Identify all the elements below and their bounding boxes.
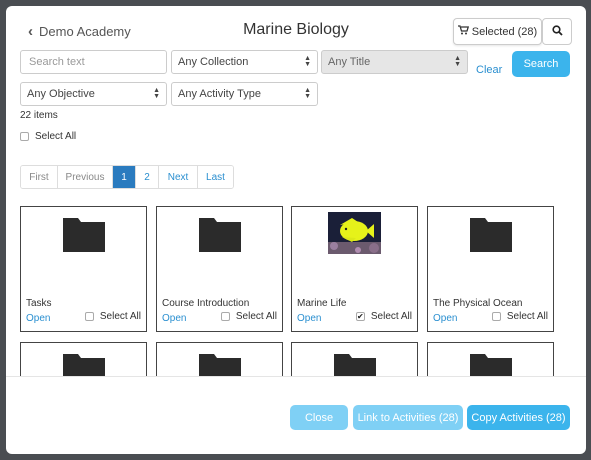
select-arrows-icon: ▲ ▼ xyxy=(153,87,160,100)
search-input[interactable]: Search text xyxy=(20,50,167,74)
folder-icon xyxy=(428,353,553,376)
select-arrows-icon: ▲ ▼ xyxy=(304,87,311,100)
page-title: Marine Biology xyxy=(243,21,349,38)
card-select-all[interactable]: Select All xyxy=(84,311,141,322)
cart-icon xyxy=(457,25,469,38)
pagination: First Previous 1 2 Next Last xyxy=(20,165,234,189)
search-toggle-button[interactable] xyxy=(542,18,572,45)
activity-type-select-value: Any Activity Type xyxy=(178,88,261,100)
card-course-introduction[interactable]: Course Introduction Open Select All xyxy=(156,206,283,332)
back-link[interactable]: ‹ Demo Academy xyxy=(28,23,131,40)
pager-page-2[interactable]: 2 xyxy=(136,166,159,188)
card-partial[interactable] xyxy=(20,342,147,376)
card-select-label: Select All xyxy=(235,311,277,322)
card-checkbox[interactable] xyxy=(491,312,501,321)
activity-grid: Tasks Open Select All Course Introductio… xyxy=(6,202,586,376)
select-all-checkbox[interactable] xyxy=(20,132,29,141)
select-all-label: Select All xyxy=(35,131,77,142)
collection-select-value: Any Collection xyxy=(178,56,249,68)
search-button[interactable]: Search xyxy=(512,51,570,77)
card-select-label: Select All xyxy=(506,311,548,322)
select-all-control[interactable]: Select All xyxy=(20,131,76,142)
card-select-label: Select All xyxy=(370,311,412,322)
pager-last[interactable]: Last xyxy=(198,166,233,188)
folder-icon xyxy=(157,353,282,376)
card-partial[interactable] xyxy=(427,342,554,376)
selected-label: Selected (28) xyxy=(471,25,538,38)
card-checkbox[interactable] xyxy=(220,312,230,321)
items-count: 22 items xyxy=(20,110,58,121)
folder-icon xyxy=(428,217,553,261)
pager-first[interactable]: First xyxy=(21,166,58,188)
objective-select-value: Any Objective xyxy=(27,88,95,100)
card-title: The Physical Ocean xyxy=(433,298,523,309)
card-checkbox[interactable] xyxy=(84,312,94,321)
card-marine-life[interactable]: Marine Life Open ✔ Select All xyxy=(291,206,418,332)
chevron-left-icon: ‹ xyxy=(28,23,33,40)
card-title: Course Introduction xyxy=(162,298,250,309)
collection-select[interactable]: Any Collection ▲ ▼ xyxy=(171,50,318,74)
activity-type-select[interactable]: Any Activity Type ▲ ▼ xyxy=(171,82,318,106)
card-select-all[interactable]: Select All xyxy=(491,311,548,322)
card-open-link[interactable]: Open xyxy=(26,313,50,324)
card-title: Tasks xyxy=(26,298,52,309)
back-label: Demo Academy xyxy=(39,24,131,39)
pager-page-1[interactable]: 1 xyxy=(113,166,136,188)
modal-dialog: ‹ Demo Academy Marine Biology Selected (… xyxy=(6,6,586,454)
selected-button[interactable]: Selected (28) xyxy=(453,18,542,45)
card-select-all[interactable]: ✔ Select All xyxy=(355,311,412,322)
card-checkbox-checked[interactable]: ✔ xyxy=(355,312,365,321)
title-select[interactable]: Any Title ▲ ▼ xyxy=(321,50,468,74)
link-to-activities-button[interactable]: Link to Activities (28) xyxy=(353,405,463,430)
pager-next[interactable]: Next xyxy=(159,166,198,188)
card-open-link[interactable]: Open xyxy=(297,313,321,324)
clear-link[interactable]: Clear xyxy=(476,64,502,76)
title-select-value: Any Title xyxy=(328,56,371,68)
card-the-physical-ocean[interactable]: The Physical Ocean Open Select All xyxy=(427,206,554,332)
select-arrows-icon: ▲ ▼ xyxy=(454,55,461,68)
card-partial[interactable] xyxy=(156,342,283,376)
copy-activities-button[interactable]: Copy Activities (28) xyxy=(467,405,570,430)
card-title: Marine Life xyxy=(297,298,347,309)
modal-header: ‹ Demo Academy Marine Biology Selected (… xyxy=(6,6,586,52)
close-button[interactable]: Close xyxy=(290,405,348,430)
folder-icon xyxy=(21,217,146,261)
footer-divider xyxy=(6,376,586,377)
select-arrows-icon: ▲ ▼ xyxy=(304,55,311,68)
card-select-all[interactable]: Select All xyxy=(220,311,277,322)
fish-image xyxy=(292,212,417,256)
folder-icon xyxy=(292,353,417,376)
card-tasks[interactable]: Tasks Open Select All xyxy=(20,206,147,332)
search-icon xyxy=(551,24,563,39)
card-open-link[interactable]: Open xyxy=(162,313,186,324)
objective-select[interactable]: Any Objective ▲ ▼ xyxy=(20,82,167,106)
card-select-label: Select All xyxy=(99,311,141,322)
folder-icon xyxy=(21,353,146,376)
card-open-link[interactable]: Open xyxy=(433,313,457,324)
pager-previous[interactable]: Previous xyxy=(58,166,113,188)
card-partial[interactable] xyxy=(291,342,418,376)
folder-icon xyxy=(157,217,282,261)
